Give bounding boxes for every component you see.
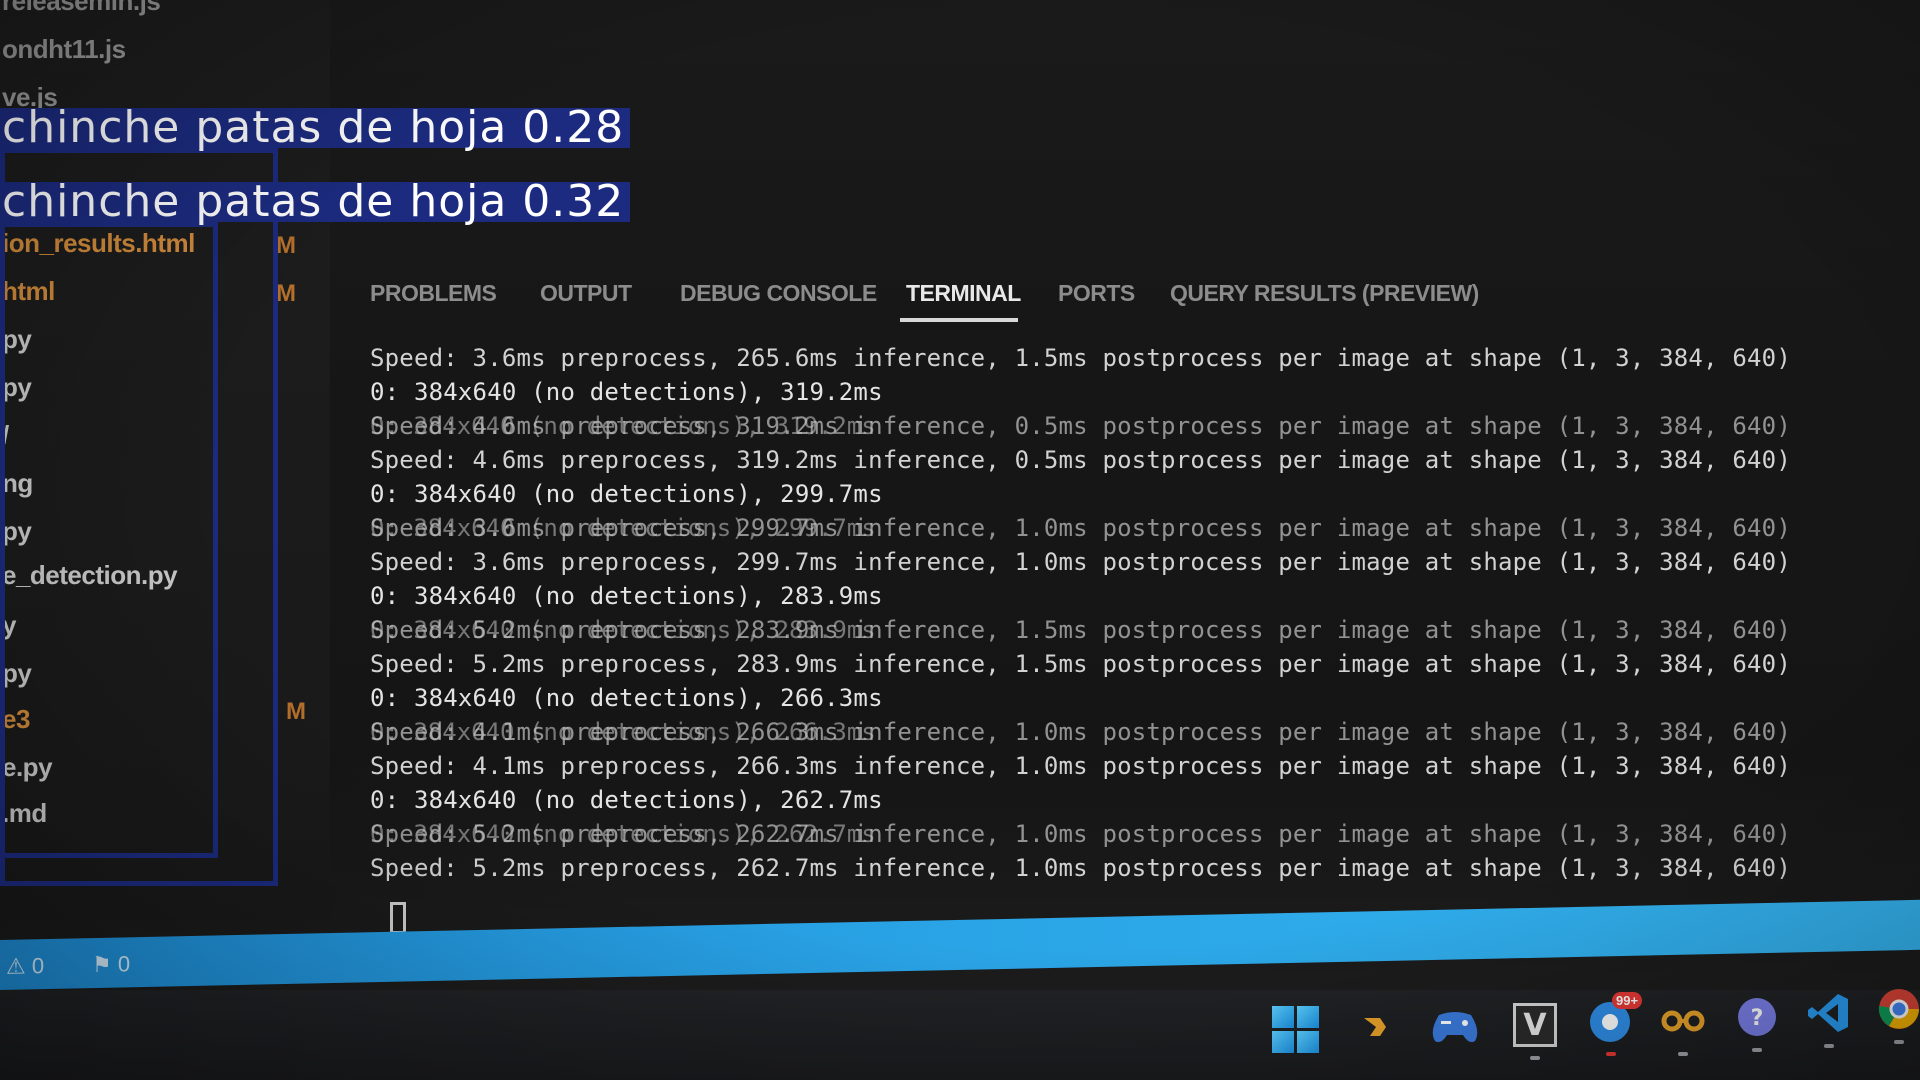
terminal-line: Speed: 5.2ms preprocess, 283.9ms inferen…	[370, 650, 1791, 678]
terminal-overwrite-line: 0: 384x640 (no detections), 283.9ms	[370, 616, 876, 644]
active-tab-indicator	[900, 318, 1018, 322]
running-indicator	[1678, 1052, 1688, 1056]
glasses-icon[interactable]	[1656, 994, 1710, 1056]
taskbar: V 99+ ?	[0, 989, 1920, 1080]
terminal-line: Speed: 3.6ms preprocess, 265.6ms inferen…	[370, 344, 1791, 372]
terminal-line: Speed: 4.6ms preprocess, 319.2ms inferen…	[370, 446, 1791, 474]
terminal-line: 0: 384x640 (no detections), 262.7ms	[370, 786, 883, 814]
explorer-file-item[interactable]: ondht11.js	[2, 34, 126, 65]
running-indicator	[1894, 1040, 1904, 1044]
app-arrow-icon[interactable]	[1348, 1000, 1402, 1054]
panel-tab-bar: PROBLEMS OUTPUT DEBUG CONSOLE TERMINAL P…	[370, 272, 1479, 322]
terminal-cursor	[390, 902, 406, 934]
svg-text:?: ?	[1751, 1006, 1764, 1031]
tab-debug-console[interactable]: DEBUG CONSOLE	[680, 280, 877, 307]
running-indicator	[1824, 1044, 1834, 1048]
modified-badge: M	[276, 232, 296, 259]
terminal-overwrite-line: 0: 384x640 (no detections), 319.2ms	[370, 412, 876, 440]
terminal-line: 0: 384x640 (no detections), 266.3ms	[370, 684, 883, 712]
terminal-overwrite-line: 0: 384x640 (no detections), 299.7ms	[370, 514, 876, 542]
windows-start-icon[interactable]	[1268, 1002, 1322, 1056]
detection-label: chinche patas de hoja 0.28	[0, 106, 631, 150]
terminal-line: 0: 384x640 (no detections), 283.9ms	[370, 582, 883, 610]
running-indicator	[1530, 1056, 1540, 1060]
terminal-line: 0: 384x640 (no detections), 299.7ms	[370, 480, 883, 508]
chrome-icon[interactable]	[1872, 982, 1920, 1044]
terminal-output[interactable]: Speed: 3.6ms preprocess, 265.6ms inferen…	[370, 340, 1791, 940]
tab-output[interactable]: OUTPUT	[540, 280, 632, 307]
notification-badge: 99+	[1612, 992, 1643, 1009]
tab-query-results[interactable]: QUERY RESULTS (PREVIEW)	[1170, 280, 1479, 307]
tab-terminal[interactable]: TERMINAL	[906, 280, 1021, 307]
terminal-line: Speed: 3.6ms preprocess, 299.7ms inferen…	[370, 548, 1791, 576]
terminal-overwrite-line: 0: 384x640 (no detections), 262.7ms	[370, 820, 876, 848]
vscode-icon[interactable]	[1802, 986, 1856, 1048]
terminal-line: Speed: 4.1ms preprocess, 266.3ms inferen…	[370, 752, 1791, 780]
terminal-overwrite-line: 0: 384x640 (no detections), 266.3ms	[370, 718, 876, 746]
modified-badge: M	[286, 698, 306, 725]
vim-icon-glyph: V	[1513, 1003, 1557, 1047]
gamepad-icon[interactable]	[1428, 1000, 1482, 1054]
terminal-line: Speed: 5.2ms preprocess, 262.7ms inferen…	[370, 854, 1791, 882]
explorer-file-item[interactable]: releasemin.js	[2, 0, 161, 17]
running-indicator	[1752, 1048, 1762, 1052]
chat-app-icon[interactable]: 99+	[1584, 992, 1643, 1056]
ports-status[interactable]: ⚑ 0	[92, 951, 130, 978]
detection-label: chinche patas de hoja 0.32	[0, 180, 631, 224]
modified-badge: M	[276, 280, 296, 307]
tab-problems[interactable]: PROBLEMS	[370, 280, 497, 307]
vim-icon[interactable]: V	[1508, 998, 1562, 1060]
running-indicator	[1606, 1052, 1616, 1056]
tab-ports[interactable]: PORTS	[1058, 280, 1135, 307]
help-icon[interactable]: ?	[1730, 990, 1784, 1052]
detection-box	[0, 222, 218, 858]
problems-status[interactable]: ⚠ 0	[6, 953, 44, 980]
photo-of-screen: releasemin.js ondht11.js ve.js ion_resul…	[0, 0, 1920, 1080]
terminal-line: 0: 384x640 (no detections), 319.2ms	[370, 378, 883, 406]
